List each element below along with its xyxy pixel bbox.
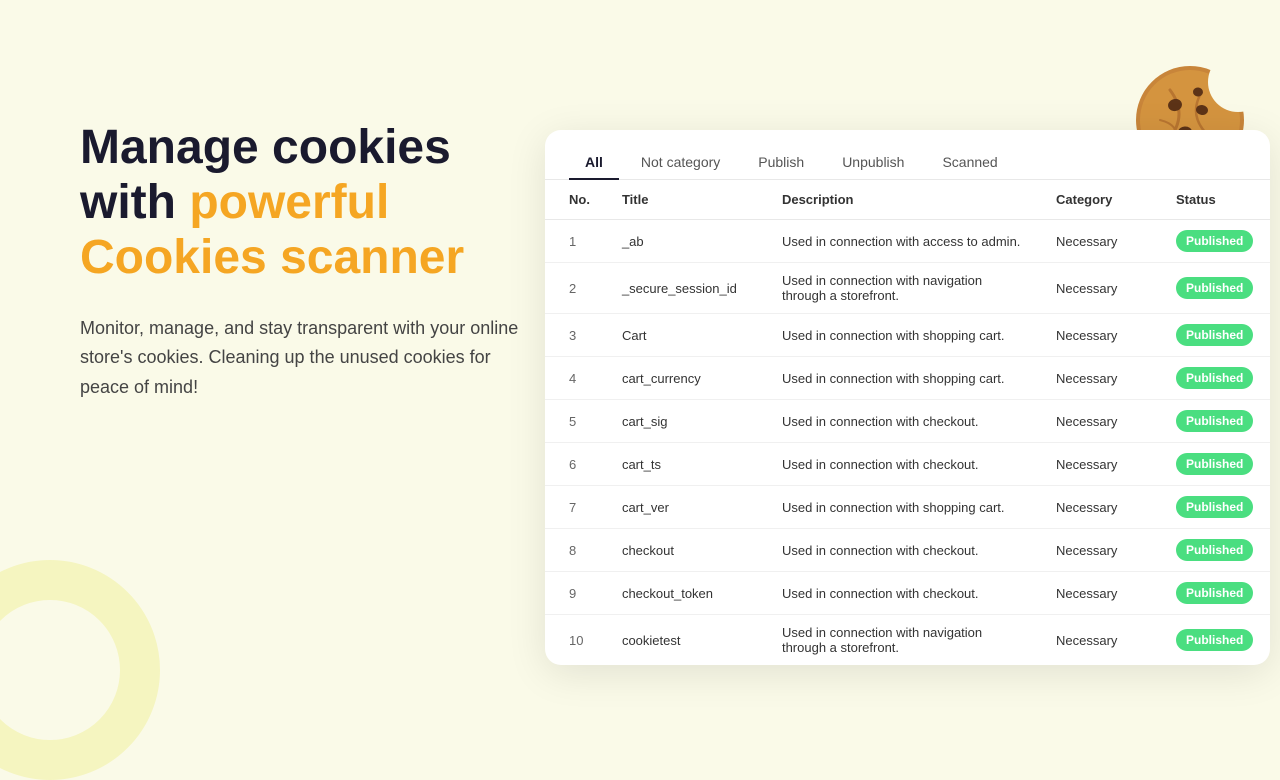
cell-category: Necessary (1040, 314, 1160, 357)
tab-not-category[interactable]: Not category (625, 146, 736, 180)
subtext: Monitor, manage, and stay transparent wi… (80, 314, 540, 403)
table-panel: All Not category Publish Unpublish Scann… (545, 130, 1270, 665)
cell-no: 8 (545, 529, 606, 572)
cell-status: Published (1160, 220, 1270, 263)
cell-category: Necessary (1040, 263, 1160, 314)
headline-line3: Cookies scanner (80, 231, 464, 284)
cell-no: 5 (545, 400, 606, 443)
cell-title: cart_sig (606, 400, 766, 443)
tab-unpublish[interactable]: Unpublish (826, 146, 920, 180)
col-header-no: No. (545, 180, 606, 220)
cell-category: Necessary (1040, 486, 1160, 529)
table-header-row: No. Title Description Category Status (545, 180, 1270, 220)
cell-description: Used in connection with checkout. (766, 400, 1040, 443)
cell-status: Published (1160, 529, 1270, 572)
cell-no: 9 (545, 572, 606, 615)
cell-title: cart_ver (606, 486, 766, 529)
cell-status: Published (1160, 314, 1270, 357)
status-badge: Published (1176, 629, 1253, 651)
cell-description: Used in connection with navigation throu… (766, 615, 1040, 666)
cell-category: Necessary (1040, 400, 1160, 443)
tab-publish[interactable]: Publish (742, 146, 820, 180)
table-row: 2 _secure_session_id Used in connection … (545, 263, 1270, 314)
table-row: 1 _ab Used in connection with access to … (545, 220, 1270, 263)
cell-no: 10 (545, 615, 606, 666)
cell-no: 1 (545, 220, 606, 263)
cell-description: Used in connection with shopping cart. (766, 314, 1040, 357)
cell-title: checkout (606, 529, 766, 572)
status-badge: Published (1176, 582, 1253, 604)
status-badge: Published (1176, 496, 1253, 518)
cell-no: 2 (545, 263, 606, 314)
headline-highlight: powerful (189, 176, 389, 229)
cell-title: cart_ts (606, 443, 766, 486)
tab-scanned[interactable]: Scanned (926, 146, 1013, 180)
cell-status: Published (1160, 357, 1270, 400)
cell-status: Published (1160, 615, 1270, 666)
table-row: 9 checkout_token Used in connection with… (545, 572, 1270, 615)
status-badge: Published (1176, 367, 1253, 389)
cell-title: _ab (606, 220, 766, 263)
cell-title: _secure_session_id (606, 263, 766, 314)
cell-description: Used in connection with shopping cart. (766, 357, 1040, 400)
headline-part2: with (80, 176, 189, 229)
tab-all[interactable]: All (569, 146, 619, 180)
left-panel: Manage cookies with powerful Cookies sca… (80, 120, 540, 403)
cell-description: Used in connection with checkout. (766, 529, 1040, 572)
cell-status: Published (1160, 263, 1270, 314)
cell-description: Used in connection with shopping cart. (766, 486, 1040, 529)
cell-status: Published (1160, 443, 1270, 486)
cell-category: Necessary (1040, 443, 1160, 486)
status-badge: Published (1176, 539, 1253, 561)
headline-line1: Manage cookies (80, 121, 451, 174)
table-row: 6 cart_ts Used in connection with checko… (545, 443, 1270, 486)
cell-title: cart_currency (606, 357, 766, 400)
cell-title: cookietest (606, 615, 766, 666)
table-row: 7 cart_ver Used in connection with shopp… (545, 486, 1270, 529)
status-badge: Published (1176, 230, 1253, 252)
table-row: 5 cart_sig Used in connection with check… (545, 400, 1270, 443)
status-badge: Published (1176, 277, 1253, 299)
cell-no: 7 (545, 486, 606, 529)
status-badge: Published (1176, 453, 1253, 475)
cell-status: Published (1160, 572, 1270, 615)
table-row: 10 cookietest Used in connection with na… (545, 615, 1270, 666)
cookies-table: No. Title Description Category Status 1 … (545, 180, 1270, 665)
col-header-category: Category (1040, 180, 1160, 220)
main-headline: Manage cookies with powerful Cookies sca… (80, 120, 540, 286)
table-row: 4 cart_currency Used in connection with … (545, 357, 1270, 400)
status-badge: Published (1176, 324, 1253, 346)
table-row: 8 checkout Used in connection with check… (545, 529, 1270, 572)
cell-description: Used in connection with access to admin. (766, 220, 1040, 263)
cell-status: Published (1160, 400, 1270, 443)
cell-title: Cart (606, 314, 766, 357)
cell-category: Necessary (1040, 357, 1160, 400)
cell-category: Necessary (1040, 529, 1160, 572)
cell-category: Necessary (1040, 220, 1160, 263)
tab-bar: All Not category Publish Unpublish Scann… (545, 130, 1270, 180)
status-badge: Published (1176, 410, 1253, 432)
cell-category: Necessary (1040, 572, 1160, 615)
cell-no: 6 (545, 443, 606, 486)
cell-category: Necessary (1040, 615, 1160, 666)
cell-description: Used in connection with checkout. (766, 572, 1040, 615)
cell-no: 3 (545, 314, 606, 357)
cell-description: Used in connection with navigation throu… (766, 263, 1040, 314)
cell-status: Published (1160, 486, 1270, 529)
col-header-status: Status (1160, 180, 1270, 220)
table-row: 3 Cart Used in connection with shopping … (545, 314, 1270, 357)
cell-title: checkout_token (606, 572, 766, 615)
cell-no: 4 (545, 357, 606, 400)
col-header-description: Description (766, 180, 1040, 220)
decorative-arc (0, 560, 160, 780)
cell-description: Used in connection with checkout. (766, 443, 1040, 486)
col-header-title: Title (606, 180, 766, 220)
